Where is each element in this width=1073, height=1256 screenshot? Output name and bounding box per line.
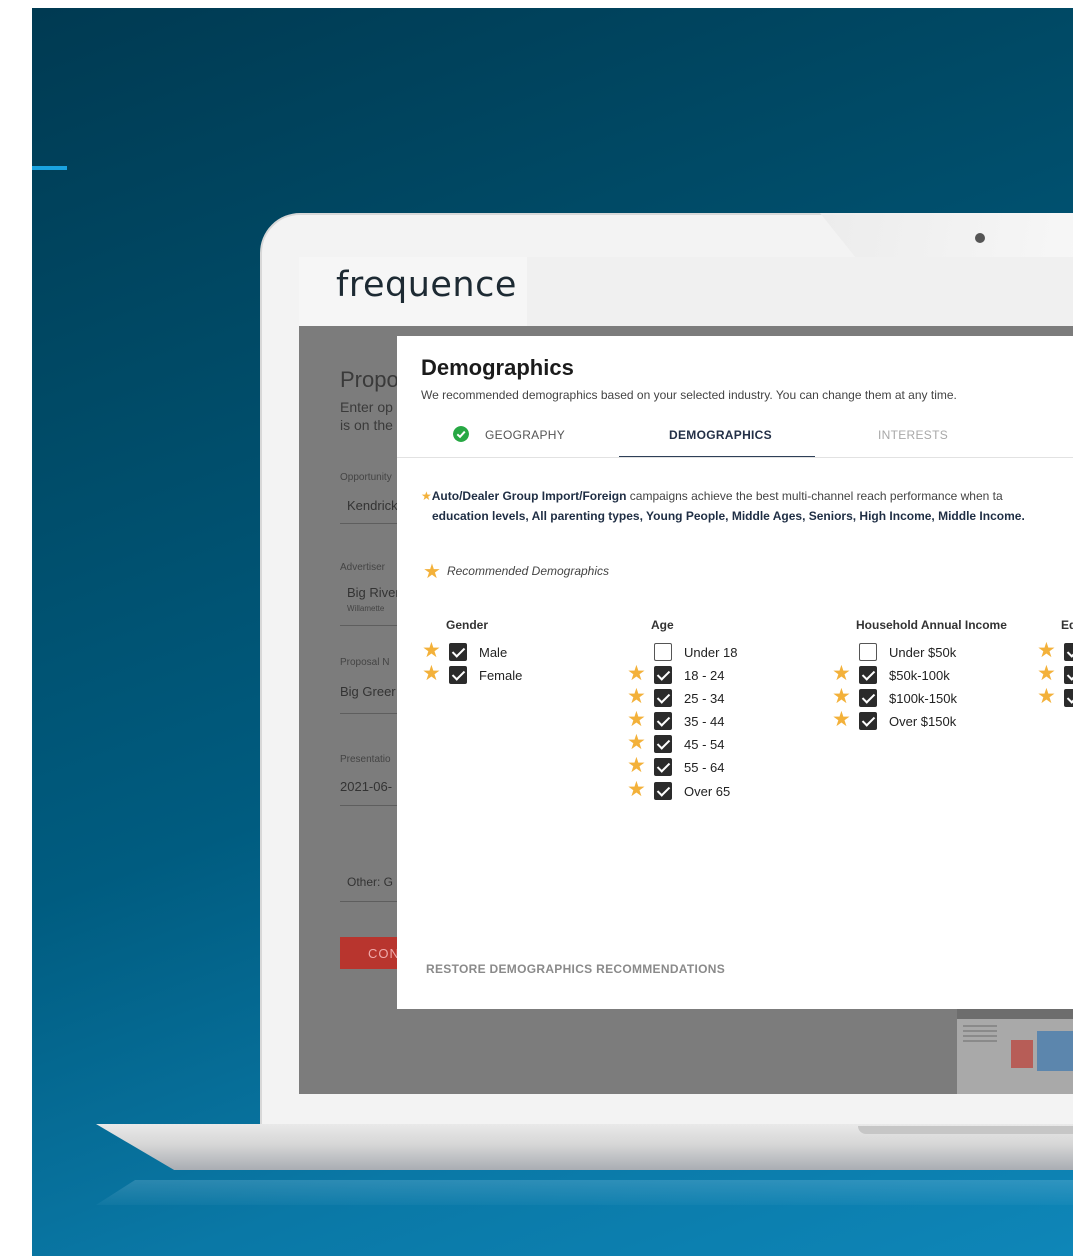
- checkbox-55-64[interactable]: [654, 758, 672, 776]
- star-icon: ★: [627, 731, 646, 754]
- other-underline: [340, 901, 400, 902]
- opportunity-underline: [340, 523, 400, 524]
- star-icon: ★: [422, 662, 441, 685]
- advertiser-field[interactable]: Big River: [347, 585, 400, 600]
- proposal-name-label: Proposal N: [340, 657, 390, 668]
- checkbox-education-2[interactable]: [1064, 666, 1073, 684]
- modal-title: Demographics: [421, 355, 574, 380]
- laptop-screen: frequence Propo Enter op is on the Oppor…: [299, 257, 1073, 1094]
- legend-label: Recommended Demographics: [446, 564, 610, 578]
- check-circle-icon: [453, 426, 469, 442]
- frequence-logo[interactable]: frequence: [336, 265, 517, 305]
- star-icon: ★: [832, 685, 851, 708]
- proposal-title: Propo: [340, 367, 399, 392]
- checkbox-35-44[interactable]: [654, 712, 672, 730]
- app-header: frequence: [299, 257, 527, 326]
- presentation-label: Presentatio: [340, 754, 391, 765]
- advertiser-label: Advertiser: [340, 562, 386, 573]
- checkbox-under-18[interactable]: [654, 643, 672, 661]
- advertiser-underline: [340, 625, 400, 626]
- checkbox-male[interactable]: [449, 643, 467, 661]
- presentation-date-field[interactable]: 2021-06-: [340, 779, 392, 794]
- star-icon: ★: [627, 685, 646, 708]
- checkbox-female[interactable]: [449, 666, 467, 684]
- star-icon: ★: [627, 778, 646, 801]
- star-icon: ★: [421, 489, 432, 503]
- continue-button[interactable]: CON: [340, 937, 400, 969]
- star-icon: ★: [1037, 662, 1056, 685]
- laptop-reflection: [96, 1180, 1073, 1205]
- star-icon: ★: [423, 561, 441, 583]
- star-icon: ★: [1037, 639, 1056, 662]
- tab-geography[interactable]: GEOGRAPHY: [485, 428, 565, 442]
- demographics-modal: Demographics We recommended demographics…: [397, 336, 1073, 1009]
- industry-name: Auto/Dealer Group Import/Foreign: [431, 489, 627, 503]
- recommendation-text-line2: education levels, All parenting types, Y…: [432, 509, 1025, 523]
- star-icon: ★: [627, 662, 646, 685]
- age-column-title: Age: [651, 618, 674, 632]
- checkbox-25-34[interactable]: [654, 689, 672, 707]
- checkbox-over-65[interactable]: [654, 782, 672, 800]
- option-label: 25 - 34: [684, 691, 725, 706]
- app-header-right: [527, 257, 1073, 326]
- checkbox-100k-150k[interactable]: [859, 689, 877, 707]
- option-label: Under 18: [684, 645, 738, 660]
- advertiser-sub: Willamette: [347, 604, 385, 613]
- proposal-name-field[interactable]: Big Greer: [340, 684, 396, 699]
- presentation-underline: [340, 805, 400, 806]
- star-icon: ★: [832, 708, 851, 731]
- other-field[interactable]: Other: G: [347, 875, 393, 889]
- checkbox-over-150k[interactable]: [859, 712, 877, 730]
- checkbox-education-1[interactable]: [1064, 643, 1073, 661]
- tab-interests[interactable]: INTERESTS: [878, 428, 948, 442]
- checkbox-under-50k[interactable]: [859, 643, 877, 661]
- option-label: $100k-150k: [889, 691, 957, 706]
- option-label: Over 65: [684, 784, 731, 799]
- checkbox-education-3[interactable]: [1064, 689, 1073, 707]
- opportunity-label: Opportunity: [340, 472, 392, 483]
- checkbox-45-54[interactable]: [654, 735, 672, 753]
- laptop-camera: [975, 233, 985, 243]
- education-option-3[interactable]: ★: [1037, 685, 1073, 709]
- education-column-title: Ed: [1061, 618, 1073, 632]
- laptop-lid-shine: [820, 213, 1073, 263]
- option-label: $50k-100k: [889, 668, 950, 683]
- star-icon: ★: [627, 754, 646, 777]
- recommendation-text: campaigns achieve the best multi-channel…: [626, 489, 1003, 503]
- option-label: Female: [479, 668, 523, 683]
- recommendation-text-line1: ★Auto/Dealer Group Import/Foreign campai…: [421, 489, 1003, 503]
- education-option-2[interactable]: ★: [1037, 662, 1073, 686]
- option-label: 45 - 54: [684, 737, 725, 752]
- option-label: Under $50k: [889, 645, 957, 660]
- report-thumbnail-chart-blue: [1037, 1031, 1073, 1071]
- option-label: 35 - 44: [684, 714, 725, 729]
- proposal-name-underline: [340, 713, 400, 714]
- report-thumbnail-chart-red: [1011, 1040, 1033, 1068]
- option-label: 55 - 64: [684, 760, 725, 775]
- education-option-1[interactable]: ★: [1037, 639, 1073, 663]
- option-label: 18 - 24: [684, 668, 725, 683]
- tab-demographics[interactable]: DEMOGRAPHICS: [669, 428, 772, 442]
- checkbox-50k-100k[interactable]: [859, 666, 877, 684]
- option-label: Male: [479, 645, 508, 660]
- accent-line: [32, 166, 67, 170]
- proposal-intro-line1: Enter op: [340, 399, 393, 415]
- recommended-legend: ★ Recommended Demographics: [423, 559, 609, 584]
- star-icon: ★: [832, 662, 851, 685]
- proposal-intro-line2: is on the: [340, 417, 393, 433]
- star-icon: ★: [627, 708, 646, 731]
- opportunity-field[interactable]: Kendrick: [347, 498, 398, 513]
- laptop-base-notch: [858, 1126, 1073, 1134]
- tabs-divider: [397, 457, 1073, 458]
- option-label: Over $150k: [889, 714, 957, 729]
- modal-description: We recommended demographics based on you…: [421, 388, 957, 402]
- star-icon: ★: [1037, 685, 1056, 708]
- income-column-title: Household Annual Income: [856, 618, 1007, 632]
- report-thumbnail-text: [963, 1025, 997, 1043]
- star-icon: ★: [422, 639, 441, 662]
- restore-recommendations-button[interactable]: RESTORE DEMOGRAPHICS RECOMMENDATIONS: [426, 962, 725, 976]
- checkbox-18-24[interactable]: [654, 666, 672, 684]
- gender-column-title: Gender: [446, 618, 489, 632]
